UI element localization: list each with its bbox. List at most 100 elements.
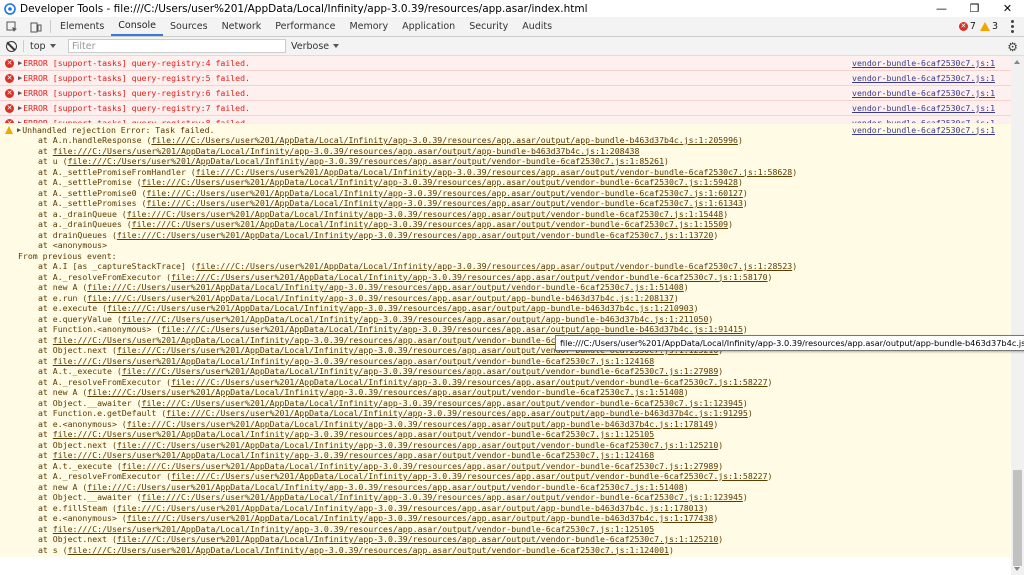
stack-frame-link[interactable]: file:///C:/Users/user%201/AppData/Local/… (53, 146, 640, 156)
device-toolbar-icon[interactable] (24, 17, 48, 36)
log-level-selector[interactable]: Verbose (291, 41, 340, 52)
filterbar-separator (23, 40, 24, 52)
stack-frame-link[interactable]: file:///C:/Users/user%201/AppData/Local/… (53, 450, 654, 460)
error-row[interactable]: ✕ ▶ ERROR [support-tasks] query-registry:5… (0, 71, 1011, 86)
error-source-link[interactable]: vendor-bundle-6caf2530c7.js:1 (852, 103, 995, 113)
error-icon: ✕ (5, 103, 14, 113)
maximize-button[interactable]: ❐ (958, 0, 991, 17)
stack-frame-end: ) (737, 135, 743, 145)
stack-frame-link[interactable]: file:///C:/Users/user%201/AppData/Local/… (117, 534, 718, 544)
stack-frame-link[interactable]: file:///C:/Users/user%201/AppData/Local/… (166, 408, 748, 418)
stack-frame-link[interactable]: file:///C:/Users/user%201/AppData/Local/… (107, 303, 694, 313)
console-scrollbar[interactable] (1011, 56, 1024, 575)
warning-count-badge[interactable]: 3 (979, 21, 998, 32)
stack-frame-link[interactable]: file:///C:/Users/user%201/AppData/Local/… (53, 429, 654, 439)
filter-input[interactable]: Filter (68, 39, 286, 53)
stack-frame-function: at (38, 355, 53, 366)
stack-frame-link[interactable]: file:///C:/Users/user%201/AppData/Local/… (146, 198, 742, 208)
error-count-badge[interactable]: ✕ 7 (958, 21, 976, 32)
stack-frame-link[interactable]: file:///C:/Users/user%201/AppData/Local/… (171, 272, 767, 282)
tab-application[interactable]: Application (395, 17, 462, 36)
stack-frame-link[interactable]: file:///C:/Users/user%201/AppData/Local/… (127, 513, 714, 523)
tab-console[interactable]: Console (111, 17, 163, 36)
stack-frame: at e.run (file:///C:/Users/user%201/AppD… (0, 293, 1011, 304)
stack-frame: at Function.e.getDefault (file:///C:/Use… (0, 408, 1011, 419)
stack-frame: at A._resolveFromExecutor (file:///C:/Us… (0, 377, 1011, 388)
stack-frame-link[interactable]: file:///C:/Users/user%201/AppData/Local/… (196, 167, 792, 177)
warning-header-row[interactable]: ▶ Unhandled rejection Error: Task failed… (0, 124, 1011, 135)
stack-frame-link[interactable]: file:///C:/Users/user%201/AppData/Local/… (117, 440, 718, 450)
stack-frame-link[interactable]: file:///C:/Users/user%201/AppData/Local/… (117, 503, 704, 513)
console-output: ✕ ▶ ERROR [support-tasks] query-registry:4… (0, 56, 1011, 557)
clear-console-icon[interactable] (6, 40, 17, 52)
tab-elements[interactable]: Elements (53, 17, 111, 36)
stack-frame-link[interactable]: file:///C:/Users/user%201/AppData/Local/… (171, 471, 767, 481)
tab-network[interactable]: Network (215, 17, 269, 36)
context-selector[interactable]: top (30, 41, 68, 52)
stack-frame: at Object.next (file:///C:/Users/user%20… (0, 440, 1011, 451)
tab-memory[interactable]: Memory (342, 17, 395, 36)
stack-frame-link[interactable]: file:///C:/Users/user%201/AppData/Local/… (53, 356, 654, 366)
stack-frame-link[interactable]: file:///C:/Users/user%201/AppData/Local/… (87, 482, 683, 492)
tab-audits[interactable]: Audits (515, 17, 559, 36)
stack-frame-link[interactable]: file:///C:/Users/user%201/AppData/Local/… (161, 324, 743, 334)
stack-frame-link[interactable]: file:///C:/Users/user%201/AppData/Local/… (142, 492, 743, 502)
stack-frame: at A.t._execute (file:///C:/Users/user%2… (0, 461, 1011, 472)
stack-frame-link[interactable]: file:///C:/Users/user%201/AppData/Local/… (146, 188, 742, 198)
stack-frame: at e.fillSteam (file:///C:/Users/user%20… (0, 503, 1011, 514)
window-controls: — ❐ ✕ (925, 0, 1024, 17)
expand-arrow-icon[interactable]: ▶ (18, 74, 22, 82)
stack-frame-link[interactable]: file:///C:/Users/user%201/AppData/Local/… (122, 366, 718, 376)
link-tooltip: file:///C:/Users/user%201/AppData/Local/… (555, 335, 1024, 351)
scroll-up-icon[interactable] (1014, 60, 1020, 64)
stack-frame-link[interactable]: file:///C:/Users/user%201/AppData/Local/… (122, 461, 718, 471)
tab-security[interactable]: Security (462, 17, 515, 36)
stack-frame-function: From previous event: (18, 250, 117, 261)
gear-icon[interactable]: ⚙ (1007, 40, 1018, 54)
stack-frame-function: at a._drainQueues ( (38, 219, 132, 229)
stack-frame-link[interactable]: file:///C:/Users/user%201/AppData/Local/… (87, 387, 683, 397)
tab-performance[interactable]: Performance (268, 17, 342, 36)
stack-frame-link[interactable]: file:///C:/Users/user%201/AppData/Local/… (68, 156, 664, 166)
error-row[interactable]: ✕ ▶ ERROR [support-tasks] query-registry:7… (0, 101, 1011, 116)
stack-frame: at A._resolveFromExecutor (file:///C:/Us… (0, 272, 1011, 283)
warning-source-link[interactable]: vendor-bundle-6caf2530c7.js:1 (852, 125, 995, 135)
stack-frame: at A._settlePromise (file:///C:/Users/us… (0, 177, 1011, 188)
stack-frame-link[interactable]: file:///C:/Users/user%201/AppData/Local/… (127, 419, 714, 429)
inspect-element-icon[interactable] (0, 17, 24, 36)
close-button[interactable]: ✕ (991, 0, 1024, 17)
stack-frame: at A._resolveFromExecutor (file:///C:/Us… (0, 471, 1011, 482)
minimize-button[interactable]: — (925, 0, 958, 17)
error-source-link[interactable]: vendor-bundle-6caf2530c7.js:1 (852, 73, 995, 83)
stack-frame: at file:///C:/Users/user%201/AppData/Loc… (0, 450, 1011, 461)
stack-frame-link[interactable]: file:///C:/Users/user%201/AppData/Local/… (87, 282, 683, 292)
error-row[interactable]: ✕ ▶ ERROR [support-tasks] query-registry:4… (0, 56, 1011, 71)
stack-frame-end: ) (718, 534, 724, 544)
tab-sources[interactable]: Sources (163, 17, 215, 36)
stack-frame-link[interactable]: file:///C:/Users/user%201/AppData/Local/… (117, 230, 713, 240)
stack-frame-link[interactable]: file:///C:/Users/user%201/AppData/Local/… (122, 314, 709, 324)
stack-frame-link[interactable]: file:///C:/Users/user%201/AppData/Local/… (151, 135, 738, 145)
expand-arrow-icon[interactable]: ▶ (18, 104, 22, 112)
stack-frame-link[interactable]: file:///C:/Users/user%201/AppData/Local/… (171, 377, 767, 387)
expand-arrow-icon[interactable]: ▶ (17, 126, 21, 134)
stack-frame-link[interactable]: file:///C:/Users/user%201/AppData/Local/… (87, 293, 674, 303)
stack-frame-link[interactable]: file:///C:/Users/user%201/AppData/Local/… (127, 209, 723, 219)
scroll-down-icon[interactable] (1014, 567, 1020, 571)
stack-frame-link[interactable]: file:///C:/Users/user%201/AppData/Local/… (196, 261, 792, 271)
error-source-link[interactable]: vendor-bundle-6caf2530c7.js:1 (852, 58, 995, 68)
stack-frame-link[interactable]: file:///C:/Users/user%201/AppData/Local/… (142, 398, 743, 408)
expand-arrow-icon[interactable]: ▶ (18, 59, 22, 67)
scroll-thumb[interactable] (1013, 470, 1022, 566)
stack-frame-link[interactable]: file:///C:/Users/user%201/AppData/Local/… (53, 524, 654, 534)
error-row[interactable]: ✕ ▶ ERROR [support-tasks] query-registry:6… (0, 86, 1011, 101)
stack-frame-link[interactable]: file:///C:/Users/user%201/AppData/Local/… (68, 545, 669, 555)
expand-arrow-icon[interactable]: ▶ (18, 89, 22, 97)
stack-frame-function: at e.queryValue ( (38, 313, 122, 324)
error-source-link[interactable]: vendor-bundle-6caf2530c7.js:1 (852, 88, 995, 98)
more-options-icon[interactable] (1006, 20, 1018, 33)
stack-frame-link[interactable]: file:///C:/Users/user%201/AppData/Local/… (132, 219, 728, 229)
stack-frame-link[interactable]: file:///C:/Users/user%201/AppData/Local/… (142, 177, 738, 187)
stack-frame: at file:///C:/Users/user%201/AppData/Loc… (0, 524, 1011, 535)
stack-frame: at Function.<anonymous> (file:///C:/User… (0, 324, 1011, 335)
